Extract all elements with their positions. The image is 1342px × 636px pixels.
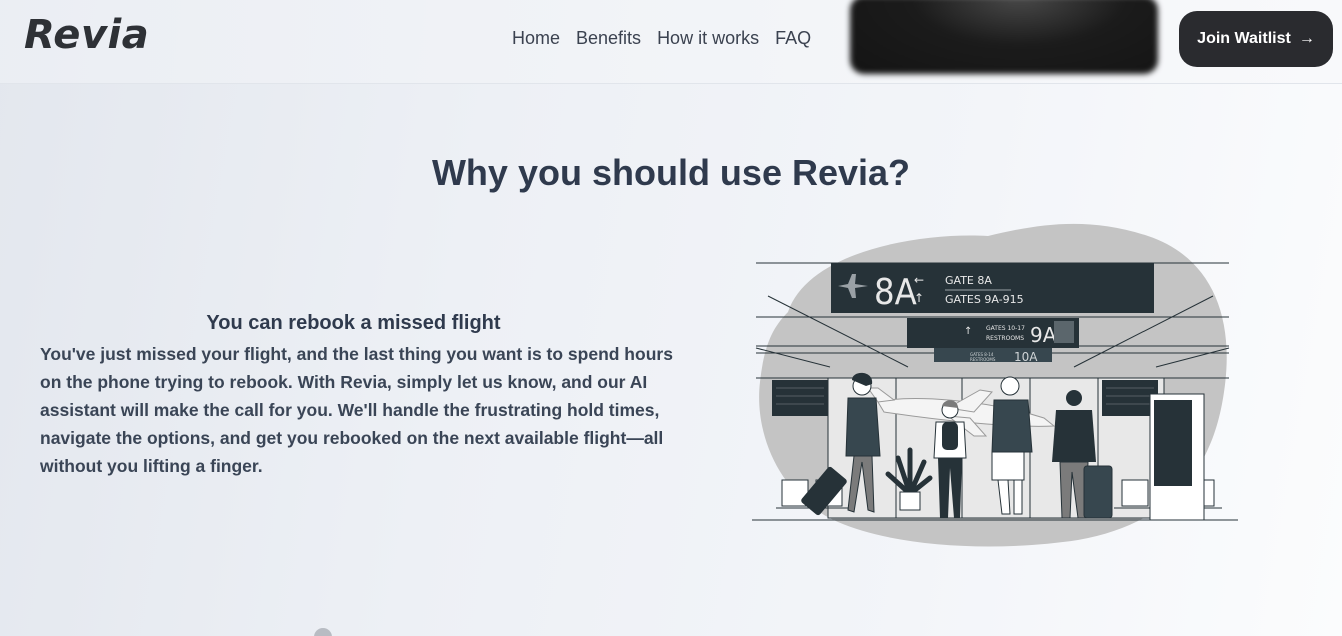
gate-number-8a: 8A — [874, 272, 917, 313]
gate-sign-mid-line-2: RESTROOMS — [986, 335, 1024, 342]
navbar: Revia Home Benefits How it works FAQ Joi… — [0, 0, 1342, 84]
svg-text:←: ← — [914, 273, 924, 287]
nav-link-faq[interactable]: FAQ — [767, 28, 819, 49]
blurred-video-thumbnail — [850, 0, 1158, 74]
gate-number-9a: 9A — [1030, 323, 1057, 347]
gate-sign-line-1: GATE 8A — [945, 274, 992, 287]
nav-link-home[interactable]: Home — [504, 28, 568, 49]
gate-sign-back-line-2: RESTROOMS — [970, 357, 996, 362]
airport-terminal-illustration: 8A ← ↑ GATE 8A GATES 9A-915 ↑ GATES 10-1… — [752, 223, 1238, 547]
benefit-title: You can rebook a missed flight — [206, 312, 501, 334]
svg-text:↑: ↑ — [914, 291, 924, 305]
next-section-peek — [314, 628, 332, 636]
section-title: Why you should use Revia? — [431, 152, 911, 193]
gate-sign-mid-line-1: GATES 10-17 — [986, 325, 1025, 332]
svg-text:↑: ↑ — [964, 326, 972, 337]
nav-link-benefits[interactable]: Benefits — [568, 28, 649, 49]
gate-sign-line-2: GATES 9A-915 — [945, 293, 1024, 306]
flight-board-left — [772, 380, 828, 416]
nav-link-how-it-works[interactable]: How it works — [649, 28, 767, 49]
benefit-description: You've just missed your flight, and the … — [40, 344, 673, 476]
arrow-right-icon: → — [1298, 30, 1315, 47]
gate-number-10a: 10A — [1014, 350, 1038, 364]
brand-logo[interactable]: Revia — [24, 12, 149, 58]
join-waitlist-label: Join Waitlist — [1197, 30, 1291, 47]
main-nav: Home Benefits How it works FAQ — [504, 28, 819, 49]
join-waitlist-button[interactable]: Join Waitlist → — [1179, 11, 1333, 67]
